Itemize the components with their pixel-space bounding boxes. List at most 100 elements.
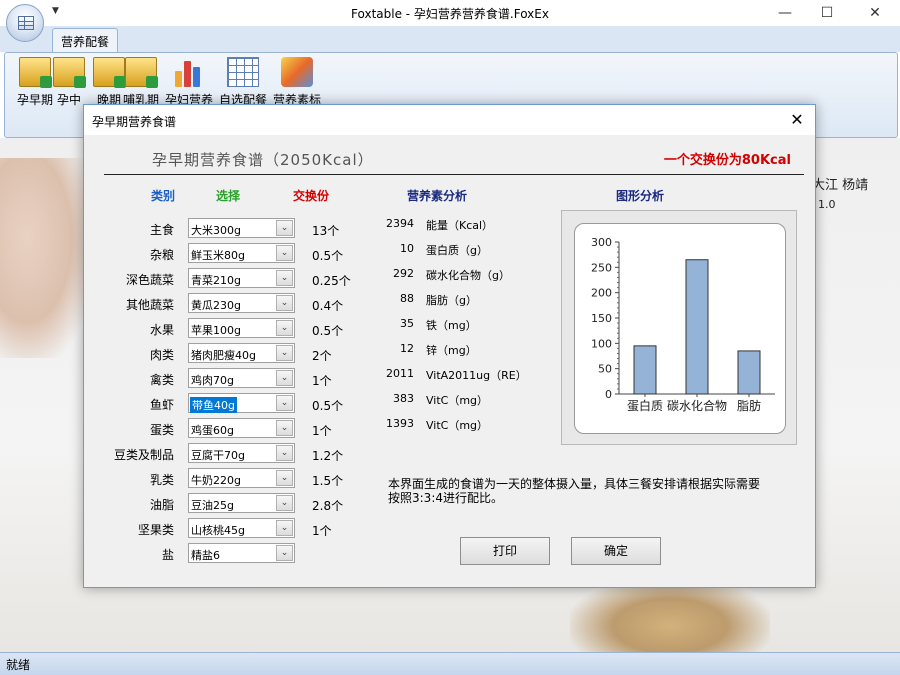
table-icon (227, 57, 259, 87)
food-category-label: 豆类及制品 (113, 448, 174, 462)
background-photo-jar (570, 578, 770, 652)
food-portion: 2个 (312, 349, 332, 363)
nutrient-value: 383 (393, 392, 414, 405)
status-bar: 就绪 (0, 652, 900, 675)
nutrient-value: 88 (400, 292, 414, 305)
food-choice-select[interactable]: 大米300g ⌄ (188, 218, 295, 238)
chevron-down-icon[interactable]: ⌄ (276, 420, 293, 436)
food-choice-value: 大米300g (191, 224, 241, 237)
food-category-label: 深色蔬菜 (125, 273, 174, 287)
ribbon-tab-bar: 营养配餐 (0, 26, 900, 52)
background-names: 大江 杨靖 (812, 178, 869, 193)
food-category-label: 肉类 (149, 348, 174, 362)
print-button[interactable]: 打印 (460, 537, 550, 565)
food-choice-value: 鲜玉米80g (191, 249, 245, 262)
chevron-down-icon[interactable]: ⌄ (276, 320, 293, 336)
y-tick-label: 50 (598, 363, 612, 376)
app-menu-button[interactable] (6, 4, 44, 42)
food-choice-select[interactable]: 牛奶220g ⌄ (188, 468, 295, 488)
nutrient-value: 2394 (386, 217, 414, 230)
chevron-down-icon[interactable]: ⌄ (276, 370, 293, 386)
bar-蛋白质 (633, 345, 657, 395)
y-tick-label: 0 (605, 388, 612, 401)
minimize-button[interactable]: — (770, 2, 800, 24)
food-category-label: 坚果类 (137, 523, 174, 537)
food-choice-select[interactable]: 猪肉肥瘦40g ⌄ (188, 343, 295, 363)
food-portion: 0.25个 (312, 274, 351, 288)
chevron-down-icon[interactable]: ⌄ (276, 270, 293, 286)
food-choice-select[interactable]: 鲜玉米80g ⌄ (188, 243, 295, 263)
x-tick-label: 蛋白质 (627, 398, 663, 413)
maximize-button[interactable]: ☐ (812, 2, 842, 24)
chevron-down-icon[interactable]: ⌄ (276, 345, 293, 361)
y-tick-label: 200 (591, 287, 612, 300)
nutrient-name: 蛋白质（g） (426, 244, 488, 257)
window-title: Foxtable - 孕妇营养营养食谱.FoxEx (351, 7, 549, 21)
food-choice-select[interactable]: 山核桃45g ⌄ (188, 518, 295, 538)
header-chart: 图形分析 (616, 189, 665, 203)
food-category-label: 乳类 (149, 473, 174, 487)
title-bar: ▼ Foxtable - 孕妇营养营养食谱.FoxEx — ☐ ✕ (0, 0, 900, 42)
food-category-label: 杂粮 (149, 248, 174, 262)
food-category-label: 主食 (149, 223, 174, 237)
food-choice-select[interactable]: 豆腐干70g ⌄ (188, 443, 295, 463)
close-button[interactable]: ✕ (860, 2, 890, 24)
ribbon-button-mid-pregnancy[interactable]: 孕中 (47, 57, 91, 108)
nutrient-value: 1393 (386, 417, 414, 430)
ribbon-button-custom-catering[interactable]: 自选配餐 (215, 57, 271, 108)
chevron-down-icon[interactable]: ⌄ (276, 520, 293, 536)
food-choice-value: 猪肉肥瘦40g (191, 349, 256, 362)
nutrient-name: VitC（mg） (426, 419, 489, 432)
background-value: 1.0 (818, 198, 836, 211)
food-portion: 1个 (312, 524, 332, 538)
exchange-note: 一个交换份为80Kcal (663, 153, 791, 168)
bar-脂肪 (737, 350, 761, 395)
food-category-label: 其他蔬菜 (125, 298, 174, 312)
chevron-down-icon[interactable]: ⌄ (276, 445, 293, 461)
food-portion: 1个 (312, 424, 332, 438)
food-category-label: 盐 (161, 548, 174, 562)
food-choice-select[interactable]: 苹果100g ⌄ (188, 318, 295, 338)
chevron-down-icon[interactable]: ⌄ (276, 295, 293, 311)
chevron-down-icon[interactable]: ⌄ (276, 470, 293, 486)
x-tick-label: 碳水化合物 (667, 398, 727, 413)
chevron-down-icon[interactable]: ⌄ (276, 245, 293, 261)
food-portion: 0.4个 (312, 299, 344, 313)
document-icon (125, 57, 158, 88)
food-choice-select[interactable]: 鸡肉70g ⌄ (188, 368, 295, 388)
ok-button[interactable]: 确定 (571, 537, 661, 565)
ribbon-button-label: 孕中 (56, 93, 81, 107)
dialog-title-bar: 孕早期营养食谱 ✕ (84, 105, 815, 135)
ribbon-button-pregnancy-nutrition[interactable]: 孕妇营养 (161, 57, 217, 108)
food-choice-select[interactable]: 青菜210g ⌄ (188, 268, 295, 288)
header-category: 类别 (151, 189, 176, 203)
food-choice-select[interactable]: 带鱼40g ⌄ (188, 393, 295, 413)
header-portion: 交换份 (293, 189, 330, 203)
dialog-close-icon[interactable]: ✕ (785, 108, 809, 132)
ribbon-button-nutrient-table[interactable]: 营养素标 (269, 57, 325, 108)
food-choice-value: 带鱼40g (190, 397, 237, 413)
chevron-down-icon[interactable]: ⌄ (276, 545, 293, 561)
food-category-label: 油脂 (149, 498, 174, 512)
nutrient-value: 35 (400, 317, 414, 330)
y-tick-label: 300 (591, 236, 612, 249)
heading-divider (104, 174, 804, 175)
tab-nutrition-catering[interactable]: 营养配餐 (52, 28, 119, 52)
food-choice-select[interactable]: 黄瓜230g ⌄ (188, 293, 295, 313)
food-choice-value: 豆腐干70g (191, 449, 245, 462)
nutrient-name: 铁（mg） (426, 319, 477, 332)
food-choice-select[interactable]: 鸡蛋60g ⌄ (188, 418, 295, 438)
food-category-label: 水果 (149, 323, 174, 337)
food-choice-select[interactable]: 精盐6 ⌄ (188, 543, 295, 563)
chevron-down-icon[interactable]: ⌄ (276, 395, 293, 411)
food-choice-value: 豆油25g (191, 499, 234, 512)
food-category-label: 禽类 (149, 373, 174, 387)
recipe-heading: 孕早期营养食谱（2050Kcal） (152, 151, 374, 169)
chevron-down-icon[interactable]: ⌄ (276, 220, 293, 236)
header-analysis: 营养素分析 (407, 189, 468, 203)
nutrient-name: 锌（mg） (426, 344, 477, 357)
food-choice-select[interactable]: 豆油25g ⌄ (188, 493, 295, 513)
table-grid-icon (18, 16, 34, 30)
chevron-down-icon[interactable]: ⌄ (276, 495, 293, 511)
food-portion: 0.5个 (312, 324, 344, 338)
